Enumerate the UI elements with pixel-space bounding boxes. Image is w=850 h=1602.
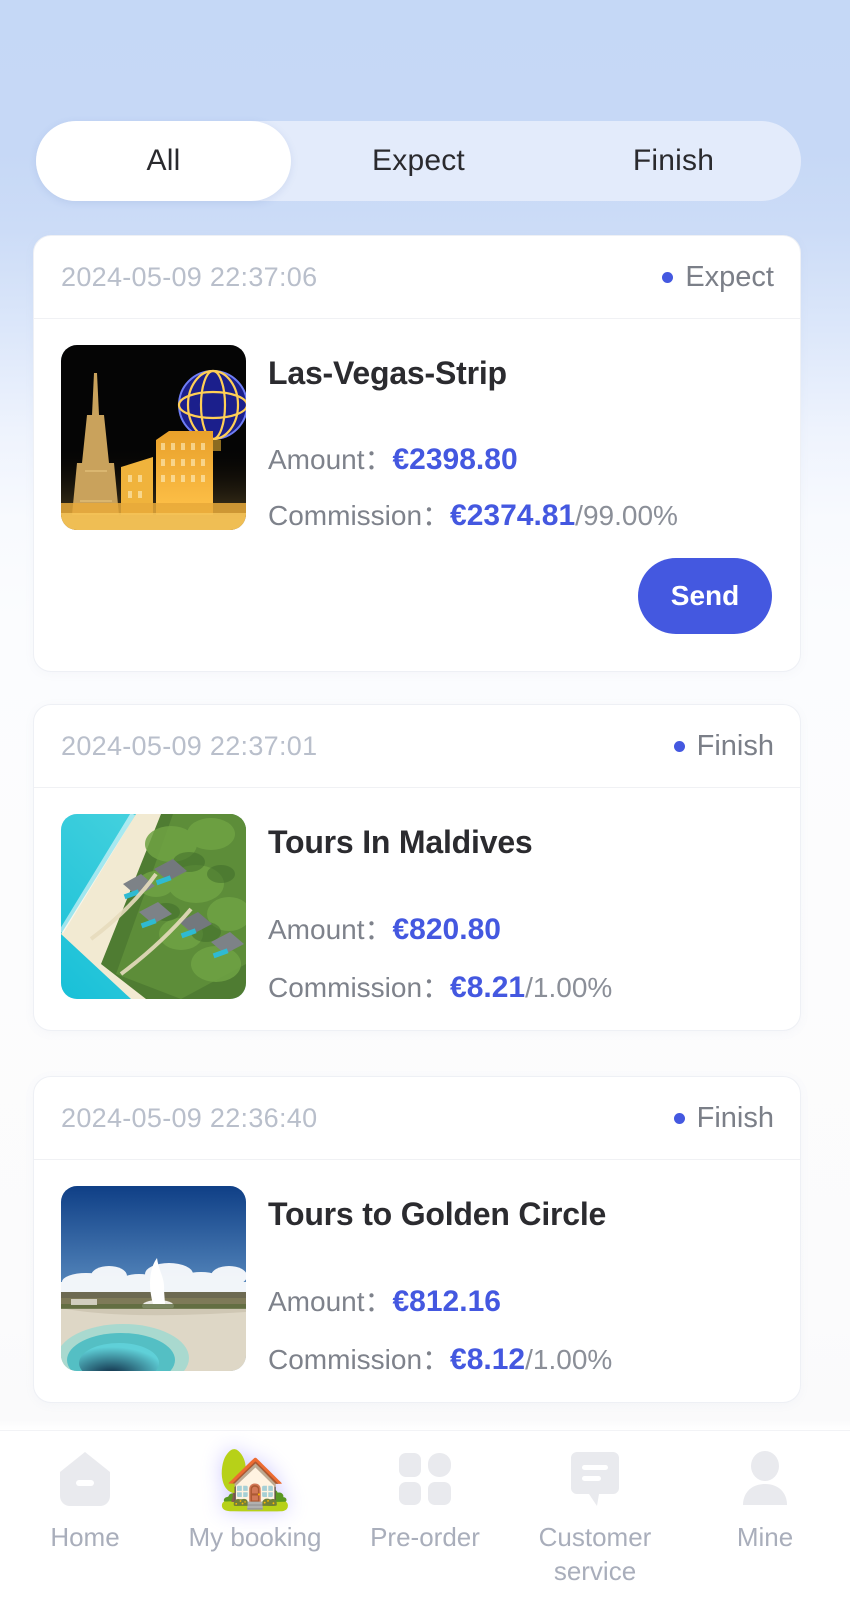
commission-label: Commission： — [268, 500, 451, 531]
nav-item-pre-order[interactable]: Pre-order — [340, 1447, 510, 1554]
nav-item-customer-service[interactable]: Customer service — [510, 1447, 680, 1589]
order-filter-tabs: All Expect Finish — [36, 121, 801, 201]
order-title: Tours In Maldives — [268, 824, 533, 860]
order-card-body: Tours In Maldives Amount：€820.80 Commiss… — [34, 788, 800, 1003]
order-card[interactable]: 2024-05-09 22:36:40 Finish Tours to Gold… — [33, 1076, 801, 1403]
order-commission-row: Commission：€8.12/1.00% — [268, 1317, 774, 1375]
home-icon — [53, 1447, 117, 1511]
nav-label-pre-order: Pre-order — [370, 1522, 480, 1552]
nav-label-home: Home — [50, 1522, 120, 1552]
order-details: Tours In Maldives Amount：€820.80 Commiss… — [246, 814, 774, 1003]
order-amount-row: Amount：€2398.80 — [268, 389, 774, 475]
order-status: Finish — [673, 729, 774, 763]
tab-expect[interactable]: Expect — [291, 121, 546, 201]
order-card-body: Las-Vegas-Strip Amount：€2398.80 Commissi… — [34, 319, 800, 531]
nav-label-mine: Mine — [736, 1522, 794, 1552]
nav-item-mine[interactable]: Mine — [680, 1447, 850, 1554]
amount-value: €820.80 — [392, 913, 501, 946]
amount-label: Amount： — [268, 914, 393, 945]
order-status: Finish — [673, 1101, 774, 1135]
order-card-header: 2024-05-09 22:36:40 Finish — [34, 1077, 800, 1160]
nav-item-my-booking[interactable]: 🏡 My booking — [170, 1447, 340, 1554]
send-button[interactable]: Send — [638, 558, 772, 634]
grid-squares-icon — [393, 1447, 457, 1511]
tab-all[interactable]: All — [36, 121, 291, 201]
commission-value: €8.21 — [450, 971, 526, 1004]
order-thumbnail[interactable] — [61, 345, 246, 530]
status-dot-icon — [673, 1112, 685, 1124]
order-status-label: Expect — [685, 260, 774, 293]
nav-item-home[interactable]: Home — [0, 1447, 170, 1554]
status-dot-icon — [673, 740, 685, 752]
amount-value: €2398.80 — [392, 443, 518, 476]
order-status-label: Finish — [696, 1101, 774, 1134]
nav-label-customer-service: Customer service — [538, 1522, 652, 1587]
order-thumbnail[interactable] — [61, 1186, 246, 1371]
person-icon — [733, 1447, 797, 1511]
nav-label-my-booking: My booking — [188, 1522, 322, 1552]
order-date: 2024-05-09 22:37:01 — [61, 730, 318, 761]
chat-bubble-icon — [563, 1447, 627, 1511]
order-card[interactable]: 2024-05-09 22:37:01 Finish Tours In Mald… — [33, 704, 801, 1031]
commission-rate: /1.00% — [525, 1344, 613, 1375]
order-status-label: Finish — [696, 729, 774, 762]
tab-expect-label: Expect — [372, 144, 465, 177]
amount-label: Amount： — [268, 444, 393, 475]
commission-label: Commission： — [268, 972, 451, 1003]
order-details: Las-Vegas-Strip Amount：€2398.80 Commissi… — [246, 345, 774, 531]
house-booking-icon: 🏡 — [217, 1445, 293, 1512]
order-date: 2024-05-09 22:37:06 — [61, 261, 318, 292]
commission-value: €2374.81 — [450, 499, 576, 532]
order-date: 2024-05-09 22:36:40 — [61, 1102, 318, 1133]
order-card-header: 2024-05-09 22:37:01 Finish — [34, 705, 800, 788]
tab-all-label: All — [146, 144, 181, 177]
tab-finish-label: Finish — [632, 144, 715, 177]
order-commission-row: Commission：€2374.81/99.00% — [268, 475, 774, 531]
order-title: Las-Vegas-Strip — [268, 355, 507, 391]
order-commission-row: Commission：€8.21/1.00% — [268, 945, 774, 1003]
order-action-row: Send — [34, 531, 800, 634]
commission-label: Commission： — [268, 1344, 451, 1375]
commission-rate: /99.00% — [575, 500, 678, 531]
order-status: Expect — [662, 261, 774, 294]
amount-label: Amount： — [268, 1286, 393, 1317]
amount-value: €812.16 — [392, 1285, 501, 1318]
order-amount-row: Amount：€812.16 — [268, 1230, 774, 1317]
status-dot-icon — [662, 271, 674, 283]
bottom-navigation: Home 🏡 My booking Pre-order Customer ser… — [0, 1430, 850, 1602]
order-amount-row: Amount：€820.80 — [268, 858, 774, 945]
order-details: Tours to Golden Circle Amount：€812.16 Co… — [246, 1186, 774, 1375]
order-card[interactable]: 2024-05-09 22:37:06 Expect Las-Vegas-Str… — [33, 235, 801, 672]
tab-finish[interactable]: Finish — [546, 121, 801, 201]
order-card-body: Tours to Golden Circle Amount：€812.16 Co… — [34, 1160, 800, 1375]
order-title: Tours to Golden Circle — [268, 1196, 607, 1232]
order-card-header: 2024-05-09 22:37:06 Expect — [34, 236, 800, 319]
commission-rate: /1.00% — [525, 972, 613, 1003]
order-thumbnail[interactable] — [61, 814, 246, 999]
commission-value: €8.12 — [450, 1343, 526, 1376]
app-screen: All Expect Finish 2024-05-09 22:37:06 Ex… — [0, 0, 850, 1602]
